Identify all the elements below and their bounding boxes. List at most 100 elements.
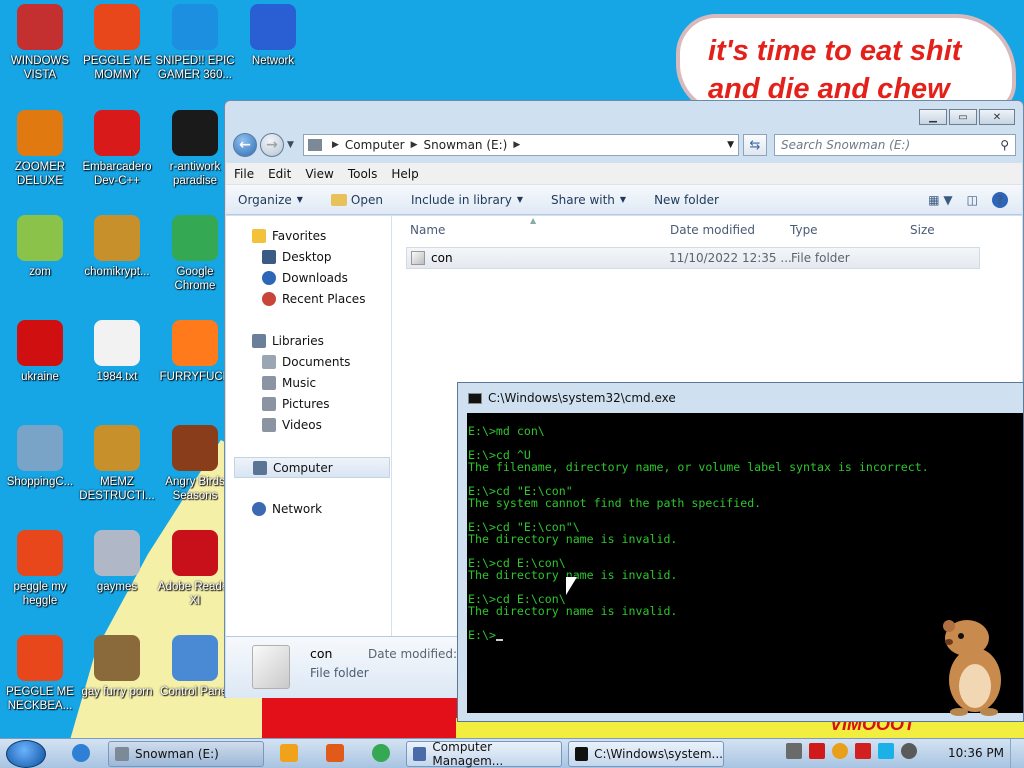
desktop-icon-item[interactable]: FURRYFUCK [155, 320, 235, 384]
taskbar-item-cmd[interactable]: C:\Windows\system... [568, 741, 724, 767]
desktop-icon-item[interactable]: SNIPED!! EPIC GAMER 360... [155, 4, 235, 82]
app-icon [17, 530, 63, 576]
desktop-icon-item[interactable]: zom [0, 215, 80, 279]
breadcrumb-separator-icon[interactable]: ▶ [332, 140, 339, 150]
nav-downloads-label: Downloads [282, 271, 348, 285]
search-input[interactable]: Search Snowman (E:) ⚲ [774, 134, 1016, 156]
taskbar-clock[interactable]: 10:36 PM [948, 746, 1004, 760]
nav-recent-places[interactable]: Recent Places [262, 292, 365, 306]
breadcrumb-separator-icon[interactable]: ▶ [513, 140, 520, 150]
tray-search-icon[interactable] [832, 743, 848, 759]
menu-edit[interactable]: Edit [268, 167, 291, 181]
breadcrumb-snowman[interactable]: Snowman (E:) [424, 138, 508, 152]
media-player-icon[interactable] [280, 744, 298, 762]
share-with-button[interactable]: Share with ▼ [551, 193, 626, 207]
menu-help[interactable]: Help [391, 167, 418, 181]
desktop-icon-item[interactable]: gay furry porn [77, 635, 157, 699]
refresh-button[interactable]: ⇆ [743, 134, 767, 156]
organize-button[interactable]: Organize ▼ [238, 193, 303, 207]
cmd-titlebar[interactable]: C:\Windows\system32\cmd.exe [458, 383, 1023, 413]
column-date-modified[interactable]: Date modified [670, 223, 755, 237]
desktop-icon-label: MEMZ DESTRUCTI... [79, 476, 155, 502]
include-in-library-button[interactable]: Include in library ▼ [411, 193, 523, 207]
table-row[interactable]: con 11/10/2022 12:35 ... File folder [406, 247, 980, 269]
desktop-icon-item[interactable]: PEGGLE ME MOMMY [77, 4, 157, 82]
downloads-icon [262, 271, 276, 285]
address-dropdown-icon[interactable]: ▼ [727, 140, 734, 150]
column-type[interactable]: Type [790, 223, 818, 237]
desktop-icon-item[interactable]: Google Chrome [155, 215, 235, 293]
tray-flag-icon[interactable] [855, 743, 871, 759]
help-icon[interactable]: ? [992, 191, 1008, 208]
nav-desktop[interactable]: Desktop [262, 250, 332, 264]
recent-pages-dropdown-icon[interactable]: ▼ [287, 140, 294, 150]
desktop-icon-item[interactable]: ZOOMER DELUXE [0, 110, 80, 188]
nav-favorites[interactable]: Favorites [252, 229, 326, 243]
nav-downloads[interactable]: Downloads [262, 271, 348, 285]
desktop-icon-item[interactable]: chomikrypt... [77, 215, 157, 279]
desktop-icon-item[interactable]: ukraine [0, 320, 80, 384]
tray-network-icon[interactable] [878, 743, 894, 759]
column-size[interactable]: Size [910, 223, 935, 237]
desktop-icon-item[interactable]: Adobe Reader XI [155, 530, 235, 608]
internet-explorer-icon[interactable] [72, 744, 90, 762]
tray-volume-icon[interactable] [901, 743, 917, 759]
tray-app-icon[interactable] [786, 743, 802, 759]
breadcrumb-computer[interactable]: Computer [345, 138, 405, 152]
desktop-icon-label: gaymes [96, 581, 138, 593]
taskbar-item-explorer[interactable]: Snowman (E:) [108, 741, 264, 767]
computer-icon [308, 139, 322, 151]
desktop-icon-item[interactable]: r-antiwork paradise [155, 110, 235, 188]
preview-pane-icon[interactable]: ◫ [967, 193, 978, 207]
nav-pictures[interactable]: Pictures [262, 397, 330, 411]
desktop-icon-item[interactable]: Embarcadero Dev-C++ [77, 110, 157, 188]
show-desktop-button[interactable] [1010, 739, 1024, 768]
open-button[interactable]: Open [330, 192, 383, 207]
desktop-icon-item[interactable]: WINDOWS VISTA [0, 4, 80, 82]
paint-icon[interactable] [326, 744, 344, 762]
minimize-button[interactable]: ▁ [919, 109, 947, 125]
taskbar-item-computer-management[interactable]: Computer Managem... [406, 740, 562, 768]
desktop-icon-item[interactable]: PEGGLE ME NECKBEA... [0, 635, 80, 713]
desktop-icon-label: Network [251, 55, 295, 67]
taskbar-item-label: Snowman (E:) [135, 747, 219, 761]
menu-view[interactable]: View [305, 167, 333, 181]
view-options-icon[interactable]: ▦ ▼ [928, 193, 952, 207]
address-bar[interactable]: ▶ Computer ▶ Snowman (E:) ▶ ▼ [303, 134, 739, 156]
nav-computer[interactable]: Computer [234, 457, 390, 478]
desktop-icon-label: WINDOWS VISTA [10, 55, 70, 81]
explorer-titlebar[interactable]: ▁ ▭ ✕ [225, 101, 1023, 131]
start-button[interactable] [6, 740, 46, 768]
close-button[interactable]: ✕ [979, 109, 1015, 125]
nav-music[interactable]: Music [262, 376, 316, 390]
forward-button[interactable]: → [260, 133, 284, 157]
desktop-icon-item[interactable]: ShoppingC... [0, 425, 80, 489]
search-icon[interactable]: ⚲ [1000, 138, 1009, 152]
breadcrumb-separator-icon[interactable]: ▶ [411, 140, 418, 150]
menu-file[interactable]: File [234, 167, 254, 181]
desktop-icon-item[interactable]: peggle my heggle [0, 530, 80, 608]
maximize-button[interactable]: ▭ [949, 109, 977, 125]
desktop-icon-item[interactable]: Network [233, 4, 313, 68]
nav-network[interactable]: Network [252, 502, 322, 516]
nav-music-label: Music [282, 376, 317, 390]
open-label: Open [350, 192, 383, 207]
desktop-icon-item[interactable]: Control Panel [155, 635, 235, 699]
desktop-icon-label: SNIPED!! EPIC GAMER 360... [155, 55, 235, 81]
nav-videos[interactable]: Videos [262, 418, 322, 432]
nav-documents[interactable]: Documents [262, 355, 350, 369]
desktop-icon-item[interactable]: gaymes [77, 530, 157, 594]
tray-v-icon[interactable] [809, 743, 825, 759]
column-name[interactable]: Name [410, 223, 445, 237]
desktop-icon-label: ZOOMER DELUXE [14, 161, 66, 187]
chrome-icon[interactable] [372, 744, 390, 762]
back-button[interactable]: ← [233, 133, 257, 157]
desktop-icon-label: FURRYFUCK [159, 371, 231, 383]
desktop-icon-item[interactable]: Angry Birds Seasons [155, 425, 235, 503]
desktop-icon-item[interactable]: MEMZ DESTRUCTI... [77, 425, 157, 503]
nav-libraries[interactable]: Libraries [252, 334, 324, 348]
command-bar: Organize ▼ Open Include in library ▼ Share… [226, 185, 1022, 215]
menu-tools[interactable]: Tools [348, 167, 378, 181]
desktop-icon-item[interactable]: 1984.txt [77, 320, 157, 384]
new-folder-button[interactable]: New folder [654, 193, 719, 207]
